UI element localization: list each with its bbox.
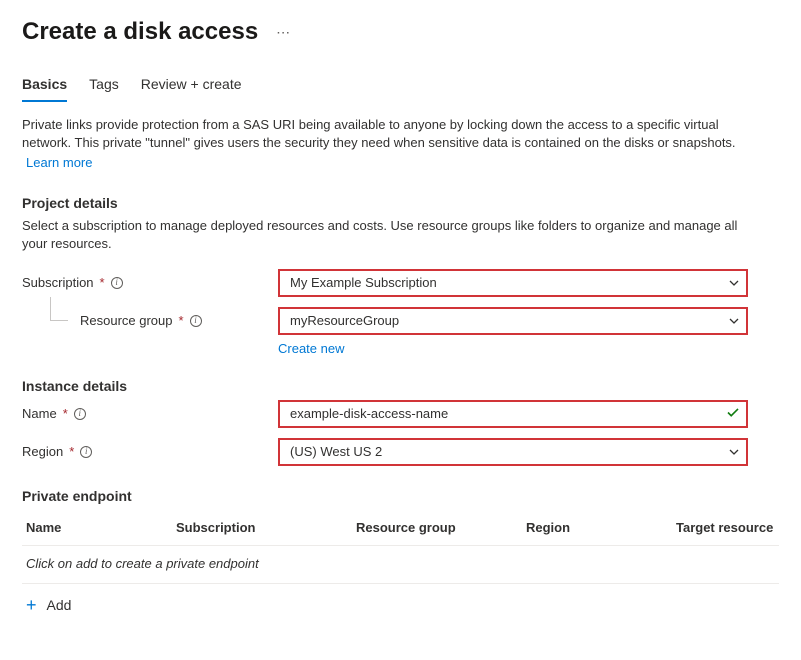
tab-basics[interactable]: Basics xyxy=(22,76,67,102)
project-details-heading: Project details xyxy=(22,195,779,211)
region-select[interactable] xyxy=(278,438,748,466)
subscription-label: Subscription xyxy=(22,275,94,290)
tab-review-create[interactable]: Review + create xyxy=(141,76,242,102)
resource-group-select[interactable] xyxy=(278,307,748,335)
required-indicator: * xyxy=(179,313,184,328)
tree-connector-icon xyxy=(50,297,68,321)
col-header-region: Region xyxy=(526,520,676,535)
learn-more-link[interactable]: Learn more xyxy=(26,154,92,172)
plus-icon: + xyxy=(26,596,37,614)
intro-body: Private links provide protection from a … xyxy=(22,117,736,150)
private-endpoint-table-header: Name Subscription Resource group Region … xyxy=(22,510,779,546)
info-icon[interactable]: i xyxy=(74,408,86,420)
required-indicator: * xyxy=(63,406,68,421)
tab-tags[interactable]: Tags xyxy=(89,76,119,102)
resource-group-label: Resource group xyxy=(80,313,173,328)
region-label: Region xyxy=(22,444,63,459)
instance-details-heading: Instance details xyxy=(22,378,779,394)
col-header-name: Name xyxy=(26,520,176,535)
name-label: Name xyxy=(22,406,57,421)
wizard-tabs: Basics Tags Review + create xyxy=(22,76,779,102)
add-label: Add xyxy=(47,597,72,613)
intro-text: Private links provide protection from a … xyxy=(22,116,762,173)
add-private-endpoint-button[interactable]: + Add xyxy=(22,584,779,626)
private-endpoint-heading: Private endpoint xyxy=(22,488,779,504)
required-indicator: * xyxy=(69,444,74,459)
create-new-link[interactable]: Create new xyxy=(278,341,344,356)
private-endpoint-empty-row: Click on add to create a private endpoin… xyxy=(22,546,779,584)
name-input[interactable] xyxy=(278,400,748,428)
project-details-desc: Select a subscription to manage deployed… xyxy=(22,217,762,253)
info-icon[interactable]: i xyxy=(80,446,92,458)
more-actions-icon[interactable]: ⋯ xyxy=(276,24,291,41)
info-icon[interactable]: i xyxy=(111,277,123,289)
subscription-select[interactable] xyxy=(278,269,748,297)
info-icon[interactable]: i xyxy=(190,315,202,327)
required-indicator: * xyxy=(100,275,105,290)
col-header-resource-group: Resource group xyxy=(356,520,526,535)
page-title: Create a disk access xyxy=(22,18,258,46)
col-header-target-resource: Target resource xyxy=(676,520,775,535)
col-header-subscription: Subscription xyxy=(176,520,356,535)
